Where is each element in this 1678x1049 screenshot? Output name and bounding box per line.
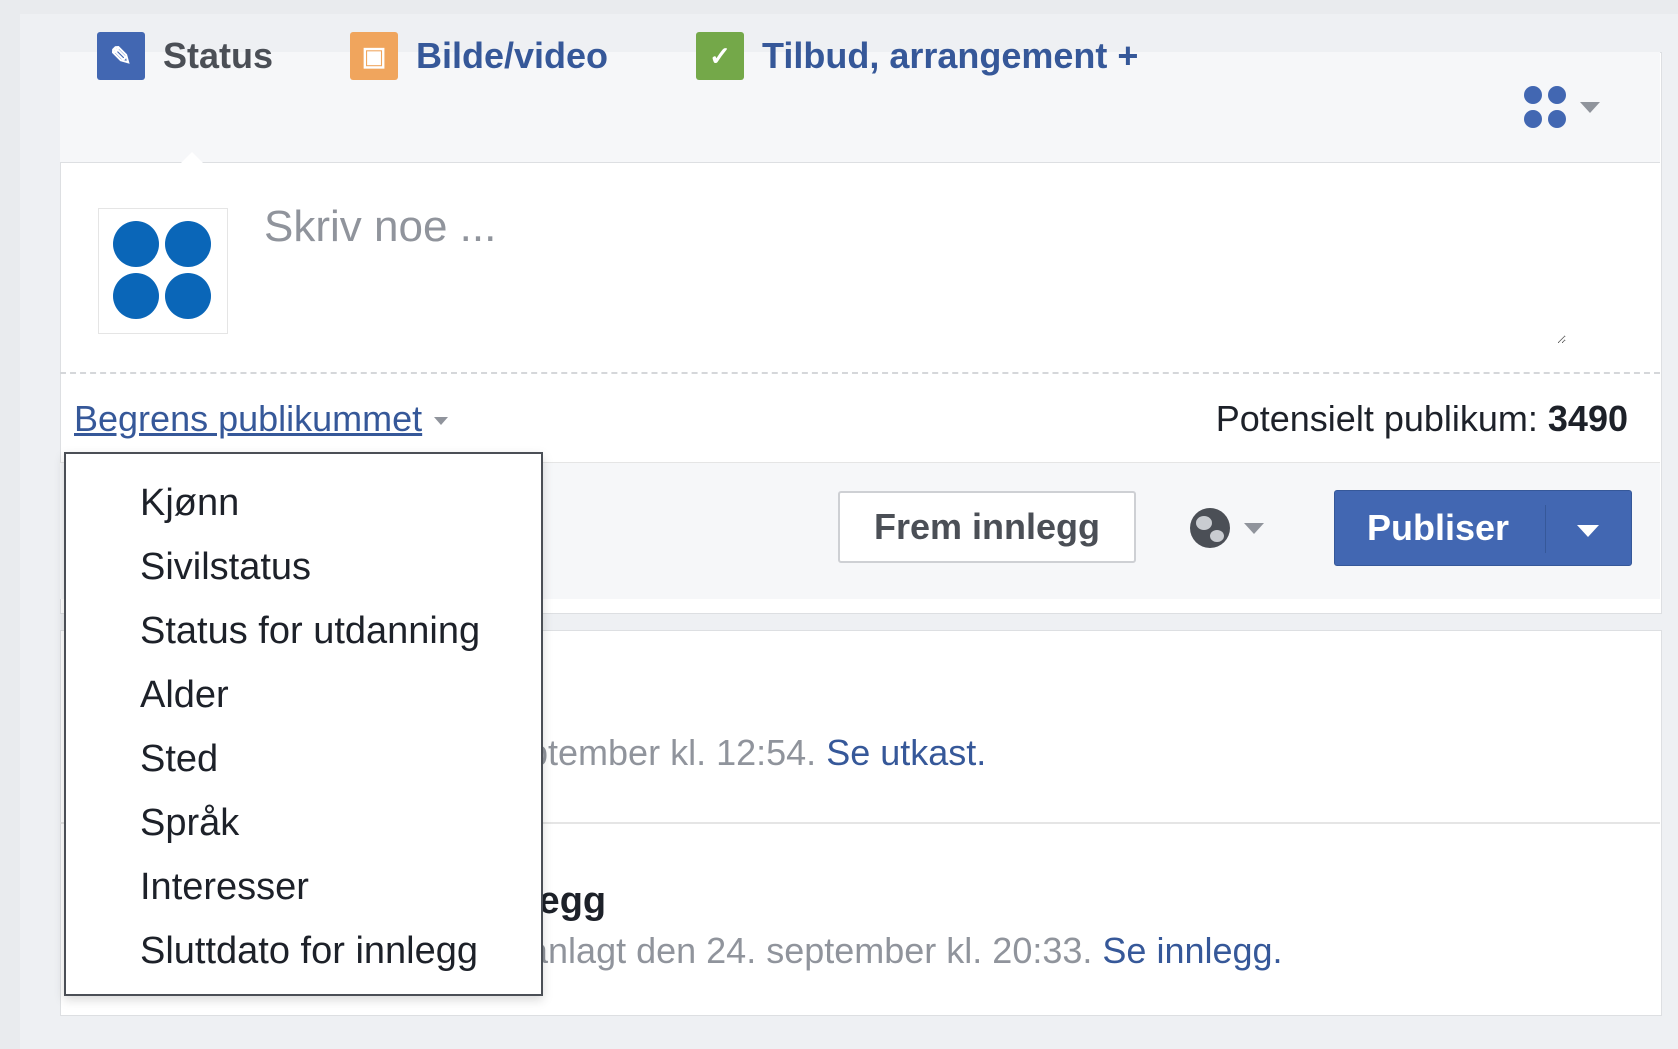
draft-text: ptember kl. 12:54. [528,732,817,773]
offer-icon: ✓ [696,32,744,80]
chevron-down-icon [1580,101,1600,113]
see-post-link[interactable]: Se innlegg. [1102,930,1282,971]
publish-button[interactable]: Publiser [1334,490,1632,566]
chevron-down-icon [1244,522,1264,534]
tab-status-label: Status [163,35,274,76]
potential-audience: Potensielt publikum: 3490 [1216,398,1628,440]
publish-separator [1545,505,1546,553]
page-switcher-button[interactable] [1524,86,1600,128]
draft-notice: ptember kl. 12:54. Se utkast. [528,732,986,774]
post-input[interactable] [262,200,1566,344]
menu-item-location[interactable]: Sted [140,732,480,796]
scheduled-notice: anlagt den 24. september kl. 20:33. Se i… [528,930,1283,972]
tab-offer-event[interactable]: ✓ Tilbud, arrangement + [696,30,1138,82]
menu-item-language[interactable]: Språk [140,796,480,860]
menu-item-end-date[interactable]: Sluttdato for innlegg [140,924,480,988]
page-logo-icon [1524,86,1566,128]
menu-item-education-status[interactable]: Status for utdanning [140,604,480,668]
page-logo-icon [113,221,211,319]
chevron-down-icon [434,417,449,425]
active-tab-caret [180,152,204,164]
menu-item-relationship-status[interactable]: Sivilstatus [140,540,480,604]
publish-label: Publiser [1367,507,1510,548]
audience-dropdown-menu: Kjønn Sivilstatus Status for utdanning A… [64,452,543,996]
see-draft-link[interactable]: Se utkast. [826,732,986,773]
tab-offer-event-label: Tilbud, arrangement + [762,35,1139,76]
chevron-down-icon[interactable] [1577,525,1599,537]
audience-count: 3490 [1547,398,1628,439]
scheduled-text: anlagt den 24. september kl. 20:33. [528,930,1093,971]
restrict-audience-label: Begrens publikummet [74,398,423,439]
boost-post-button[interactable]: Frem innlegg [838,491,1136,563]
pencil-icon: ✎ [97,32,145,80]
audience-label: Potensielt publikum: [1215,398,1538,439]
menu-item-gender[interactable]: Kjønn [140,476,480,540]
globe-icon [1190,508,1230,548]
divider [60,372,1660,374]
tab-photo-video[interactable]: ▣ Bilde/video [350,30,608,82]
photo-icon: ▣ [350,32,398,80]
tab-photo-video-label: Bilde/video [416,35,609,76]
tab-status[interactable]: ✎ Status [97,30,273,82]
privacy-selector[interactable] [1190,508,1264,548]
avatar [98,208,228,334]
menu-item-age[interactable]: Alder [140,668,480,732]
menu-item-interests[interactable]: Interesser [140,860,480,924]
restrict-audience-link[interactable]: Begrens publikummet [74,398,449,440]
